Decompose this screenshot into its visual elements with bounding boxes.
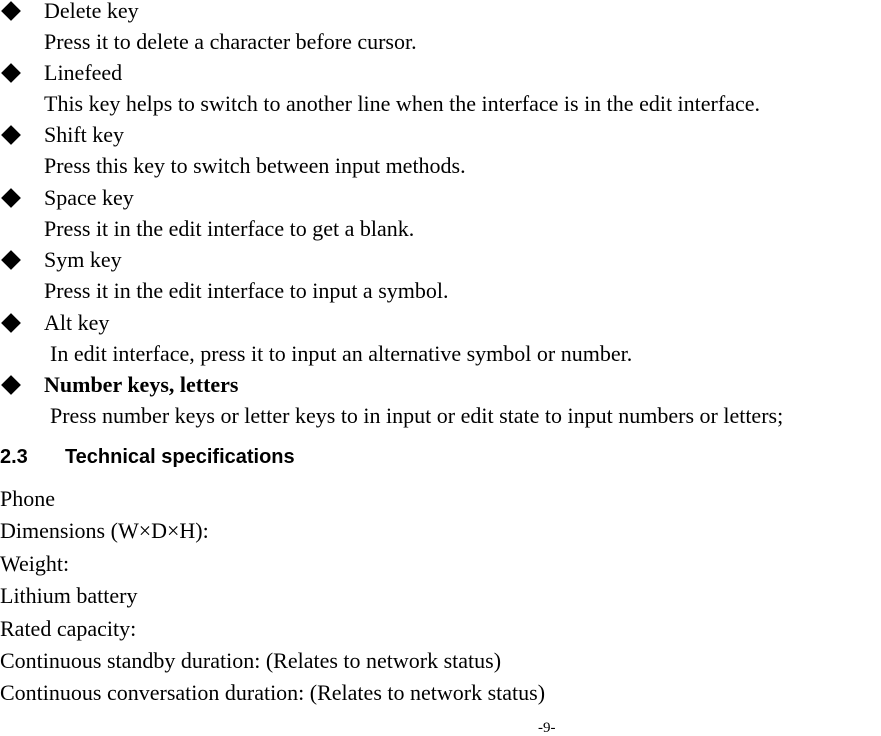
- item-title: Number keys, letters: [44, 372, 239, 397]
- spec-line: Rated capacity:: [0, 616, 137, 641]
- diamond-bullet-icon: [1, 313, 21, 333]
- item-desc: This key helps to switch to another line…: [44, 91, 760, 116]
- diamond-bullet-icon: [1, 375, 21, 395]
- spec-line: Continuous standby duration: (Relates to…: [0, 648, 502, 673]
- item-title: Space key: [44, 185, 134, 210]
- item-title: Sym key: [44, 247, 122, 272]
- item-title: Alt key: [44, 310, 110, 335]
- item-title: Shift key: [44, 122, 125, 147]
- diamond-bullet-icon: [1, 188, 21, 208]
- diamond-bullet-icon: [1, 63, 21, 83]
- diamond-bullet-icon: [1, 250, 21, 270]
- item-title: Linefeed: [44, 60, 123, 85]
- item-desc: Press it in the edit interface to input …: [44, 278, 449, 303]
- spec-line: Phone: [0, 486, 55, 511]
- spec-line: Weight:: [0, 551, 70, 576]
- item-desc: Press it to delete a character before cu…: [44, 29, 417, 54]
- diamond-bullet-icon: [1, 1, 21, 21]
- item-desc: Press it in the edit interface to get a …: [44, 216, 415, 241]
- section-number: 2.3: [0, 446, 28, 468]
- item-title: Delete key: [44, 0, 139, 23]
- section-heading: 2.3 Technical specifications: [0, 446, 295, 469]
- spec-line: Dimensions (W×D×H):: [0, 518, 209, 543]
- section-title: Technical specifications: [64, 446, 295, 468]
- spec-line: Continuous conversation duration: (Relat…: [0, 680, 546, 705]
- diamond-bullet-icon: [1, 125, 21, 145]
- page-number: -9-: [538, 720, 556, 736]
- item-desc: In edit interface, press it to input an …: [50, 341, 633, 366]
- item-desc: Press number keys or letter keys to in i…: [50, 403, 784, 428]
- item-desc: Press this key to switch between input m…: [44, 153, 466, 178]
- spec-line: Lithium battery: [0, 583, 138, 608]
